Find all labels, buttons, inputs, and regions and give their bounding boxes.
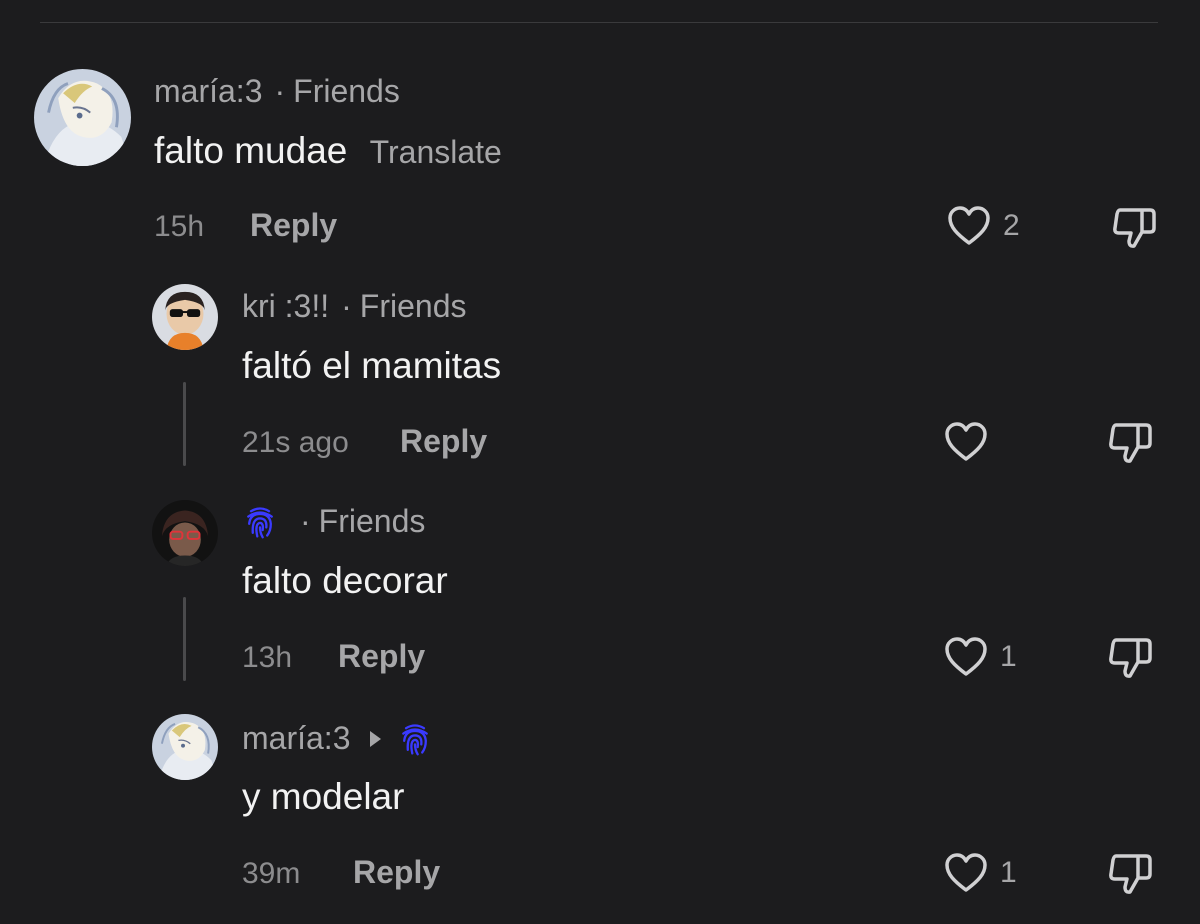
translate-button[interactable]: Translate [370,134,502,170]
heart-outline-icon [944,636,988,678]
heart-outline-icon [944,852,988,894]
comment-author[interactable]: maría:3 [154,73,262,110]
thumbs-down-outline-icon [1106,638,1154,684]
like-count: 2 [1003,209,1020,242]
thread-line [183,597,186,681]
thumbs-down-outline-icon [1106,423,1154,469]
reply-button[interactable]: Reply [353,854,440,891]
comment-time: 21s ago [242,426,349,459]
comment-body: falto decorar [242,560,448,601]
like-button[interactable] [944,421,1000,463]
heart-outline-icon [944,421,988,463]
like-count: 1 [1000,856,1017,889]
avatar-kri[interactable] [152,284,218,350]
author-separator: · [341,288,352,324]
reply-button[interactable]: Reply [338,638,425,675]
reply-button[interactable]: Reply [250,207,337,244]
caret-right-icon [370,730,382,747]
thumbs-down-outline-icon [1106,854,1154,900]
comment-body: y modelar [242,776,405,817]
like-button[interactable]: 1 [944,852,1017,894]
comment-author-line: maría:3 · Friends [154,73,400,110]
comment-time: 13h [242,641,293,674]
thumbs-down-outline-icon [1110,208,1158,254]
dislike-button[interactable] [1106,636,1154,685]
reply-button[interactable]: Reply [400,423,487,460]
author-separator: · [300,503,311,539]
comment-author[interactable]: maría:3 [242,720,350,757]
fingerprint-icon[interactable] [242,504,278,540]
comment-time: 15h [154,210,205,243]
comment-author[interactable]: kri :3!! [242,288,329,325]
fingerprint-icon[interactable] [397,721,433,757]
dislike-button[interactable] [1106,852,1154,901]
comment-body: falto mudae [154,130,348,171]
comment-author-line: · Friends [242,503,425,540]
avatar-fingerprint-user[interactable] [152,500,218,566]
avatar-maria[interactable] [34,69,131,166]
author-separator: · [274,73,286,109]
comment-text: falto mudae Translate [154,130,502,172]
like-count: 1 [1000,640,1017,673]
dislike-button[interactable] [1106,421,1154,470]
comments-screen: maría:3 · Friends falto mudae Translate … [0,0,1200,924]
relation-label: Friends [293,73,400,109]
like-button[interactable]: 2 [947,205,1020,247]
top-divider [40,22,1158,23]
like-button[interactable]: 1 [944,636,1017,678]
comment-time: 39m [242,857,301,890]
heart-outline-icon [947,205,991,247]
relation-label: Friends [318,503,426,539]
comment-author-line: kri :3!! · Friends [242,288,466,325]
dislike-button[interactable] [1110,206,1158,255]
relation-label: Friends [359,288,467,324]
comment-body: faltó el mamitas [242,345,502,386]
thread-line [183,382,186,466]
comment-author-line: maría:3 [242,720,433,757]
avatar-maria[interactable] [152,714,218,780]
